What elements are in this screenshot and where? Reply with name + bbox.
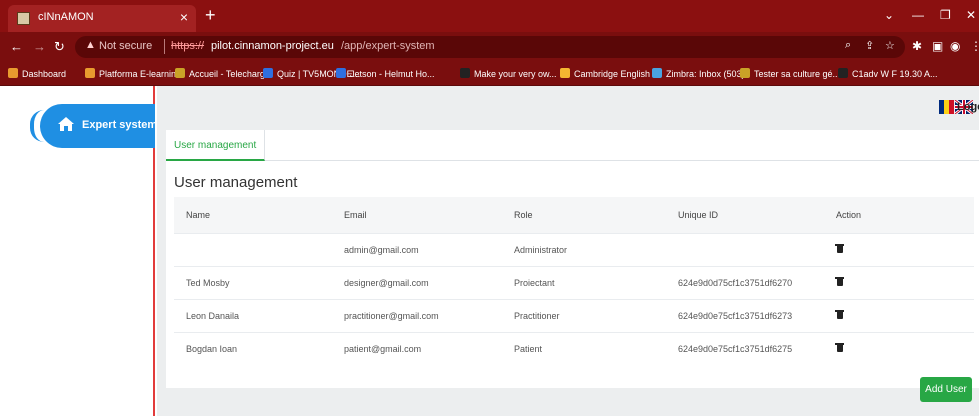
url-host: pilot.cinnamon-project.eu [211,40,334,52]
tab-user-management[interactable]: User management [166,130,266,161]
trash-icon[interactable] [835,244,844,253]
cell-email: admin@gmail.com [332,232,502,266]
users-table: Name Email Role Unique ID Action admin@g… [174,197,974,365]
table-row: admin@gmail.com Administrator [174,232,974,266]
not-secure-label[interactable]: Not secure [99,40,152,52]
sidebar: Expert system [0,86,158,416]
url-scheme: https:// [171,40,205,52]
trash-icon[interactable] [835,277,844,286]
column-header-name: Name [174,197,332,233]
bookmarks-bar: Dashboard Platforma E-learnin... Accueil… [0,62,979,86]
bookmark-item[interactable]: Jetson - Helmut Ho... [336,68,435,79]
user-management-card: User management User management Name Ema… [166,130,979,388]
cell-role: Proiectant [502,265,666,299]
tab-close-icon[interactable]: × [180,9,188,25]
main-content: Logout User management User management N… [157,86,979,416]
bookmark-icon [560,68,570,78]
section-title: User management [174,174,298,191]
sidepanel-icon[interactable]: ▣ [932,39,943,53]
cell-email: patient@gmail.com [332,331,502,365]
column-header-action: Action [824,197,974,233]
window-close-icon[interactable]: ✕ [966,8,976,22]
tab-title: cINnAMON [38,11,94,23]
bookmark-icon [740,68,750,78]
logout-link[interactable]: Logout [957,101,979,113]
home-icon [58,117,74,131]
cell-action [824,298,974,332]
zoom-icon[interactable]: ⌕ [845,39,851,52]
cell-unique-id: 624e9d0e75cf1c3751df6275 [666,331,824,365]
cell-name: Leon Danaila [174,298,332,332]
bookmark-icon [838,68,848,78]
cell-unique-id: 624e9d0d75cf1c3751df6270 [666,265,824,299]
browser-tab[interactable]: cINnAMON × [8,5,196,32]
star-icon[interactable]: ☆ [885,39,895,52]
trash-icon[interactable] [835,343,844,353]
bookmark-icon [8,68,18,78]
bookmark-item[interactable]: Cambridge English [560,68,650,79]
forward-icon[interactable]: → [33,40,46,54]
restore-icon[interactable]: ❐ [940,8,951,22]
tab-search-icon[interactable]: ⌄ [884,8,894,22]
ro-flag[interactable] [939,100,954,114]
trash-icon[interactable] [835,310,844,319]
table-row: Ted Mosby designer@gmail.com Proiectant … [174,265,974,299]
favicon-icon [17,12,30,25]
new-tab-button[interactable]: + [205,6,216,24]
profile-avatar-icon[interactable]: ◉ [950,39,960,53]
browser-toolbar: ← → ↻ ▲ Not secure https:// pilot.cinnam… [0,32,979,62]
table-row: Leon Danaila practitioner@gmail.com Prac… [174,298,974,332]
cell-unique-id [666,232,824,266]
divider [164,39,165,54]
bookmark-item[interactable]: C1adv W F 19.30 A... [838,68,938,79]
cell-email: designer@gmail.com [332,265,502,299]
bookmark-item[interactable]: Tester sa culture gé... [740,68,840,79]
url-path: /app/expert-system [341,40,435,52]
cell-action [824,232,974,266]
table-row: Bogdan Ioan patient@gmail.com Patient 62… [174,331,974,365]
sidebar-item-expert-system[interactable]: Expert system [40,104,158,148]
cell-role: Practitioner [502,298,666,332]
tab-bar: User management [166,130,979,161]
menu-icon[interactable]: ⋮ [970,39,979,53]
bookmark-item[interactable]: Make your very ow... [460,68,557,79]
bookmark-item[interactable]: Platforma E-learnin... [85,68,184,79]
cell-role: Administrator [502,232,666,266]
extensions-icon[interactable]: ✱ [912,39,922,53]
sidebar-item-label: Expert system [82,119,158,131]
bookmark-icon [263,68,273,78]
cell-name [174,232,332,266]
column-header-unique-id: Unique ID [666,197,824,233]
cell-name: Ted Mosby [174,265,332,299]
cell-action [824,265,974,299]
bookmark-item[interactable]: Accueil - Telecharg... [175,68,272,79]
bookmark-icon [460,68,470,78]
bookmark-icon [336,68,346,78]
cell-unique-id: 624e9d0e75cf1c3751df6273 [666,298,824,332]
column-header-role: Role [502,197,666,233]
cell-email: practitioner@gmail.com [332,298,502,332]
reload-icon[interactable]: ↻ [54,40,65,54]
bookmark-icon [175,68,185,78]
bookmark-item[interactable]: Dashboard [8,68,66,79]
cell-action [824,331,974,365]
bookmark-icon [85,68,95,78]
table-header-row: Name Email Role Unique ID Action [174,197,974,233]
cell-name: Bogdan Ioan [174,331,332,365]
share-icon[interactable]: ⇪ [865,39,874,52]
back-icon[interactable]: ← [10,40,23,54]
bookmark-icon [652,68,662,78]
bookmark-item[interactable]: Zimbra: Inbox (503) [652,68,745,79]
add-user-button[interactable]: Add User [920,377,972,402]
cell-role: Patient [502,331,666,365]
warning-icon[interactable]: ▲ [85,39,96,51]
browser-tab-bar: cINnAMON × + ⌄ — ❐ ✕ [0,0,979,32]
address-bar[interactable]: ▲ Not secure https:// pilot.cinnamon-pro… [75,36,905,58]
minimize-icon[interactable]: — [912,8,924,22]
column-header-email: Email [332,197,502,233]
